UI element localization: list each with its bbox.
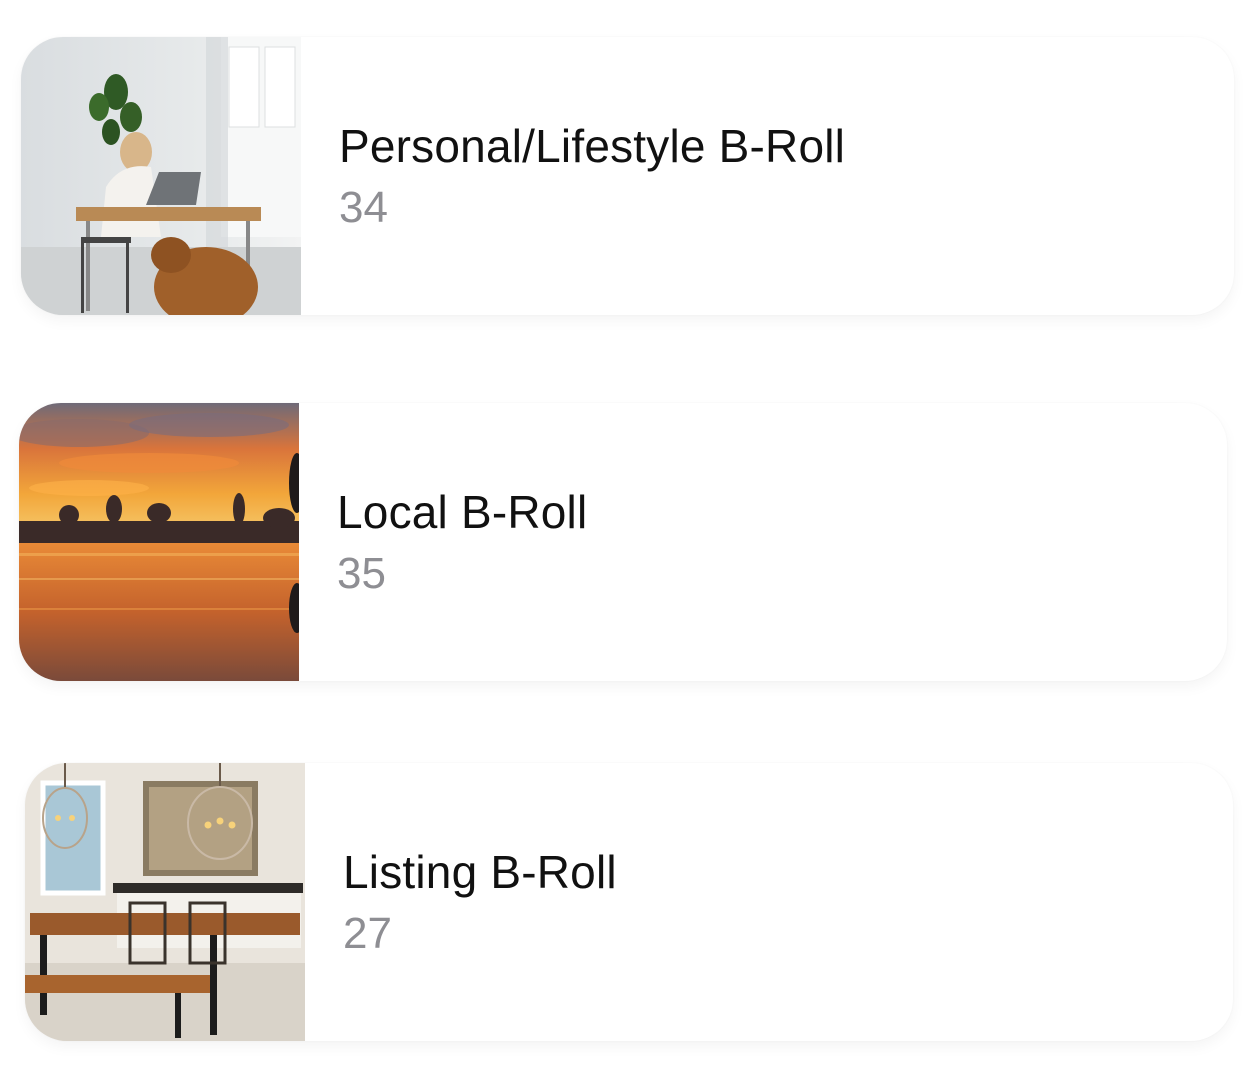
album-info: Local B-Roll 35	[337, 485, 587, 601]
album-card-local[interactable]: Local B-Roll 35	[19, 403, 1227, 681]
album-title: Personal/Lifestyle B-Roll	[339, 120, 846, 172]
album-count: 35	[337, 549, 386, 598]
album-list: Personal/Lifestyle B-Roll 34 Local B-Rol…	[0, 0, 1254, 1085]
album-count: 27	[343, 909, 392, 958]
album-thumbnail-dining-room	[25, 763, 305, 1041]
album-title: Local B-Roll	[337, 486, 588, 538]
album-title: Listing B-Roll	[343, 846, 617, 898]
album-info: Personal/Lifestyle B-Roll 34	[339, 119, 845, 235]
album-card-listing[interactable]: Listing B-Roll 27	[25, 763, 1233, 1041]
album-thumbnail-woman-desk-dog	[21, 37, 301, 315]
album-info: Listing B-Roll 27	[343, 845, 617, 961]
album-card-personal-lifestyle[interactable]: Personal/Lifestyle B-Roll 34	[21, 37, 1234, 315]
album-count: 34	[339, 183, 388, 232]
album-thumbnail-sunset-waterfront	[19, 403, 299, 681]
